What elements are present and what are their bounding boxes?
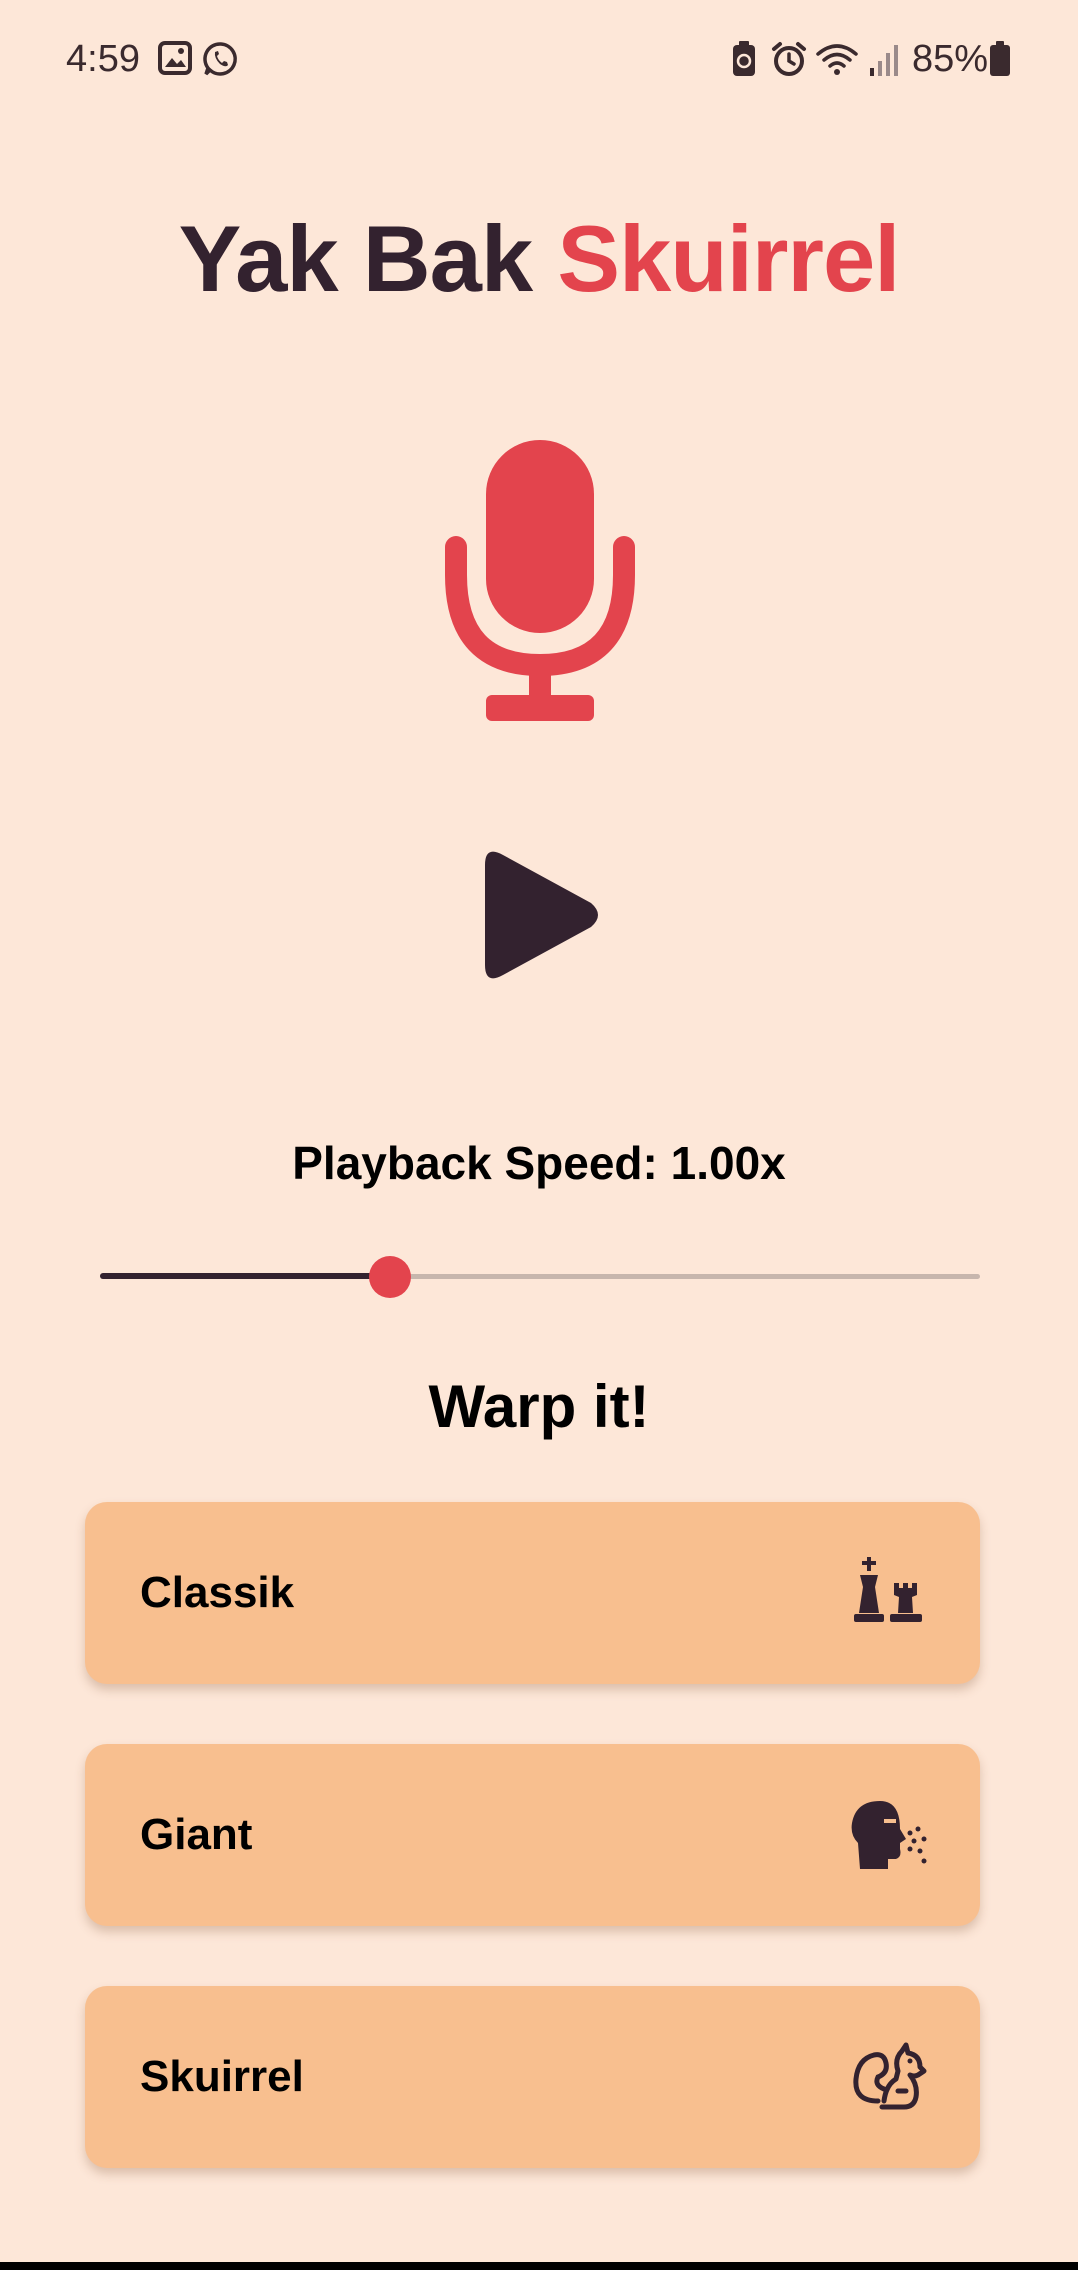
app-title-accent: Skuirrel [557, 206, 900, 311]
app-title: Yak Bak Skuirrel [0, 205, 1078, 313]
navigation-bar [0, 2262, 1078, 2270]
slider-fill [100, 1273, 390, 1279]
squirrel-icon [848, 2041, 928, 2116]
cell-signal-icon [868, 40, 902, 83]
effect-card-skuirrel[interactable]: Skuirrel [85, 1986, 980, 2168]
whatsapp-icon [202, 40, 240, 83]
playback-speed-label: Playback Speed: 1.00x [292, 1137, 786, 1189]
effect-label: Classik [140, 1568, 295, 1617]
warp-heading: Warp it! [428, 1373, 650, 1440]
battery-saver-icon [731, 40, 757, 83]
chess-pieces-icon [848, 1557, 928, 1632]
status-time: 4:59 [66, 38, 140, 80]
effect-card-giant[interactable]: Giant [85, 1744, 980, 1926]
play-button[interactable] [475, 843, 605, 988]
battery-percent: 85% [912, 38, 989, 80]
effect-card-classik[interactable]: Classik [85, 1502, 980, 1684]
microphone-icon [445, 440, 635, 721]
playback-speed-slider[interactable] [100, 1256, 980, 1298]
alarm-icon [770, 40, 808, 83]
status-bar: 4:59 85% [0, 0, 1078, 120]
head-speaking-icon [848, 1799, 928, 1874]
play-icon [485, 851, 598, 979]
record-button[interactable] [440, 435, 640, 725]
effect-label: Skuirrel [140, 2052, 304, 2101]
slider-thumb[interactable] [369, 1256, 411, 1298]
app-title-main: Yak Bak [178, 206, 534, 311]
battery-icon [989, 40, 1011, 83]
wifi-icon [815, 40, 859, 83]
effect-label: Giant [140, 1810, 253, 1859]
gallery-icon [157, 40, 193, 81]
